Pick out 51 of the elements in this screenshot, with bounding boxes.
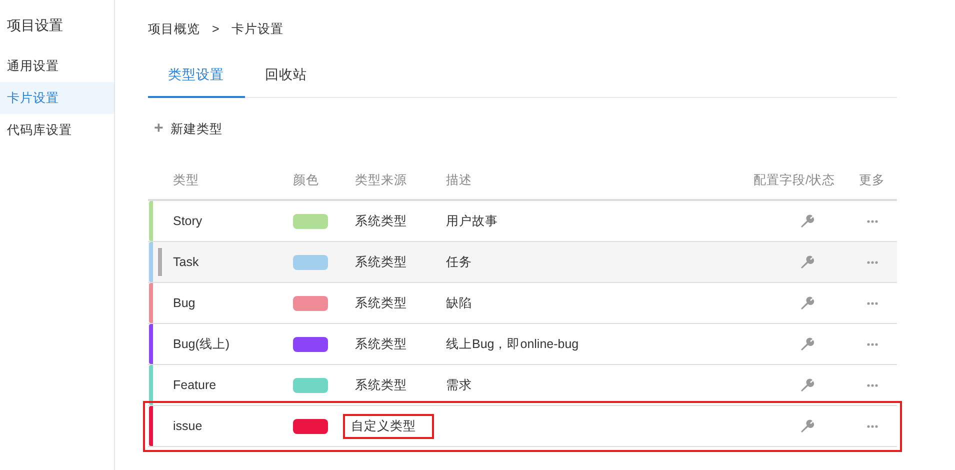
more-icon[interactable] bbox=[866, 220, 878, 222]
table-cell: 系统类型 bbox=[355, 212, 407, 230]
table-cell-text: Story bbox=[173, 214, 204, 228]
breadcrumb-item[interactable]: 项目概览 bbox=[148, 20, 200, 38]
table-cell: 缺陷 bbox=[446, 296, 472, 310]
table-cell: 需求 bbox=[446, 378, 472, 392]
table-row[interactable]: Bug 系统类型 缺陷 bbox=[148, 283, 897, 324]
column-header: 类型 bbox=[173, 172, 200, 188]
table-cell: 自定义类型 bbox=[345, 416, 432, 436]
breadcrumb-item: 卡片设置 bbox=[231, 20, 284, 38]
table-cell: 系统类型 bbox=[355, 294, 407, 312]
more-icon[interactable] bbox=[866, 342, 878, 346]
wrench-icon[interactable] bbox=[800, 419, 814, 433]
wrench-icon[interactable] bbox=[800, 214, 814, 228]
more-icon[interactable] bbox=[866, 384, 878, 386]
wrench-icon[interactable] bbox=[800, 296, 814, 310]
wrench-icon[interactable] bbox=[800, 255, 814, 269]
wrench-icon[interactable] bbox=[800, 337, 814, 351]
drag-handle-icon[interactable] bbox=[158, 248, 162, 276]
wrench-icon[interactable] bbox=[800, 378, 814, 392]
more-icon[interactable] bbox=[866, 424, 878, 428]
sidebar-item[interactable]: 代码库设置 bbox=[0, 114, 114, 146]
table-cell-text: Bug(线上) bbox=[173, 336, 231, 352]
sidebar-title: 项目设置 bbox=[6, 16, 64, 35]
table-cell: 任务 bbox=[446, 254, 472, 268]
sidebar-item[interactable]: 卡片设置 bbox=[0, 82, 114, 114]
sidebar-item[interactable]: 通用设置 bbox=[0, 50, 114, 82]
more-icon[interactable] bbox=[866, 302, 878, 304]
table-cell: 系统类型 bbox=[355, 254, 407, 270]
column-header: 配置字段/状态 bbox=[754, 172, 836, 188]
tab[interactable]: 类型设置 bbox=[148, 58, 245, 98]
table-row[interactable]: Task 系统类型 任务 bbox=[148, 242, 897, 283]
column-header: 颜色 bbox=[293, 172, 320, 188]
column-header: 更多 bbox=[859, 172, 886, 188]
table-cell: 线上Bug，即online-bug bbox=[446, 336, 579, 350]
column-header: 类型来源 bbox=[355, 172, 408, 188]
table-cell-text: Task bbox=[173, 255, 200, 269]
table-row[interactable]: Bug(线上) 系统类型 线上Bug，即online-bug bbox=[148, 324, 897, 365]
tab[interactable]: 回收站 bbox=[245, 58, 328, 98]
more-icon[interactable] bbox=[866, 260, 878, 264]
table-cell-text: Bug bbox=[173, 296, 196, 310]
table-cell: 系统类型 bbox=[355, 376, 407, 394]
new-type-button[interactable]: + 新建类型 bbox=[154, 118, 222, 140]
table-cell: 用户故事 bbox=[446, 214, 498, 228]
breadcrumb-separator: > bbox=[212, 22, 220, 36]
table-row[interactable]: issue 自定义类型 bbox=[148, 406, 897, 447]
table-row[interactable]: Feature 系统类型 需求 bbox=[148, 365, 897, 406]
table-cell-text: issue bbox=[173, 419, 204, 433]
table-cell: 系统类型 bbox=[355, 336, 407, 352]
column-header: 描述 bbox=[446, 172, 473, 188]
table-cell-text: Feature bbox=[173, 378, 218, 392]
